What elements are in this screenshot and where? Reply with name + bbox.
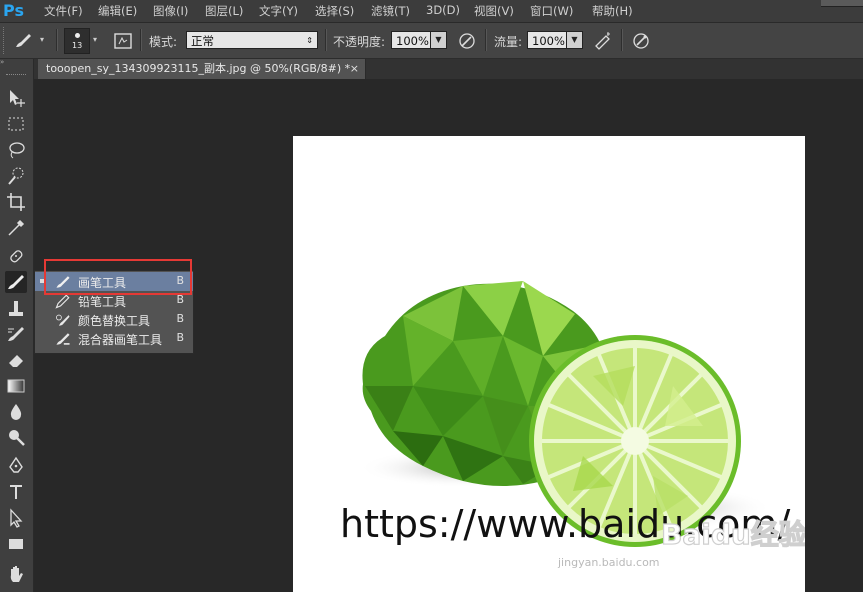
opacity-dropdown[interactable]: ▼ — [430, 31, 447, 49]
flyout-item-mixer-brush[interactable]: 混合器画笔工具 B — [35, 329, 193, 348]
mixer-brush-icon — [56, 333, 70, 345]
menu-layer[interactable]: 图层(L) — [205, 3, 243, 19]
opacity-field[interactable]: 100% — [391, 31, 431, 49]
menu-view[interactable]: 视图(V) — [474, 3, 514, 19]
type-tool[interactable] — [5, 481, 27, 503]
flow-field[interactable]: 100% — [527, 31, 567, 49]
document-tab[interactable]: tooopen_sy_134309923115_副本.jpg @ 50%(RGB… — [38, 59, 366, 79]
healing-icon — [10, 250, 23, 263]
history-brush-icon — [8, 327, 24, 341]
stamp-tool[interactable] — [5, 297, 27, 319]
mode-select-arrow: ⇕ — [306, 36, 313, 45]
hand-icon — [10, 566, 23, 582]
menu-help[interactable]: 帮助(H) — [592, 3, 633, 19]
lasso-icon — [9, 142, 25, 159]
gradient-tool[interactable] — [5, 375, 27, 397]
options-grip — [3, 27, 7, 54]
flyout-item-color-replacement[interactable]: 颜色替换工具 B — [35, 310, 193, 329]
pen-tool[interactable] — [5, 455, 27, 477]
flyout-item-shortcut: B — [176, 312, 184, 325]
airbrush-icon[interactable] — [592, 30, 614, 52]
panel-collapse-icon[interactable]: » — [0, 59, 33, 66]
eyedropper-tool[interactable] — [5, 217, 27, 239]
menu-image[interactable]: 图像(I) — [153, 3, 188, 19]
window-controls[interactable] — [821, 0, 863, 7]
watermark-text: Baidu经验 — [661, 518, 805, 551]
hand-tool[interactable] — [5, 563, 27, 585]
menu-type[interactable]: 文字(Y) — [259, 3, 298, 19]
pressure-size-icon[interactable] — [630, 30, 652, 52]
healing-tool[interactable] — [5, 245, 27, 267]
mode-value: 正常 — [191, 34, 214, 48]
lasso-tool[interactable] — [5, 139, 27, 161]
crop-icon — [7, 193, 25, 211]
quick-select-tool[interactable] — [5, 165, 27, 187]
menu-window[interactable]: 窗口(W) — [530, 3, 573, 19]
stamp-icon — [9, 301, 23, 316]
document-tab-bar: tooopen_sy_134309923115_副本.jpg @ 50%(RGB… — [34, 59, 863, 79]
brush-icon — [8, 275, 24, 289]
gradient-icon — [7, 379, 25, 393]
mode-select[interactable]: 正常 ⇕ — [186, 31, 318, 49]
blur-icon — [10, 404, 22, 420]
type-icon — [10, 485, 22, 499]
opacity-label: 不透明度: — [333, 35, 386, 49]
flyout-item-label: 铅笔工具 — [78, 295, 127, 309]
move-icon — [10, 90, 25, 107]
menu-bar: Ps 文件(F) 编辑(E) 图像(I) 图层(L) 文字(Y) 选择(S) 滤… — [0, 0, 863, 23]
annotation-highlight-box — [44, 259, 192, 295]
mode-label: 模式: — [149, 35, 178, 49]
menu-filter[interactable]: 滤镜(T) — [371, 3, 410, 19]
photoshop-logo: Ps — [3, 1, 24, 20]
blur-tool[interactable] — [5, 401, 27, 423]
brush-tip-icon — [75, 33, 80, 38]
quick-select-icon — [8, 167, 24, 185]
flyout-item-label: 颜色替换工具 — [78, 314, 151, 328]
menu-edit[interactable]: 编辑(E) — [98, 3, 137, 19]
pen-icon — [9, 456, 23, 473]
brush-tool[interactable] — [5, 271, 27, 293]
rectangle-icon — [9, 539, 23, 549]
path-select-icon — [10, 508, 23, 528]
move-tool[interactable] — [5, 87, 27, 109]
brush-picker-arrow[interactable]: ▾ — [93, 35, 97, 44]
toolbar-grip — [6, 74, 26, 77]
tool-preset-brush-icon[interactable] — [12, 30, 34, 52]
path-select-tool[interactable] — [5, 507, 27, 529]
watermark-subtext: jingyan.baidu.com — [558, 556, 660, 569]
flow-dropdown[interactable]: ▼ — [566, 31, 583, 49]
menu-3d[interactable]: 3D(D) — [426, 3, 460, 17]
document-tab-title: tooopen_sy_134309923115_副本.jpg @ 50%(RGB… — [46, 62, 351, 75]
marquee-icon — [8, 117, 24, 131]
brush-panel-toggle-icon[interactable] — [112, 30, 134, 52]
close-icon[interactable]: × — [350, 59, 359, 79]
dodge-icon — [9, 430, 25, 446]
marquee-tool[interactable] — [5, 113, 27, 135]
brush-size-picker[interactable]: 13 — [64, 28, 90, 54]
flyout-item-shortcut: B — [176, 331, 184, 344]
flow-value: 100% — [532, 34, 565, 48]
flow-label: 流量: — [494, 35, 523, 49]
document-canvas[interactable]: https://www.baidu.com/ Baidu经验 — [293, 136, 805, 592]
eraser-tool[interactable] — [5, 349, 27, 371]
history-brush-tool[interactable] — [5, 323, 27, 345]
pressure-opacity-icon[interactable] — [456, 30, 478, 52]
menu-file[interactable]: 文件(F) — [44, 3, 83, 19]
color-replacement-icon — [56, 314, 70, 326]
brush-size-value: 13 — [72, 41, 83, 50]
eraser-icon — [9, 355, 23, 367]
crop-tool[interactable] — [5, 191, 27, 213]
tools-panel: » — [0, 59, 34, 592]
preset-dropdown-arrow[interactable]: ▾ — [40, 35, 44, 44]
menu-select[interactable]: 选择(S) — [315, 3, 354, 19]
eyedropper-icon — [8, 219, 25, 236]
flyout-item-label: 混合器画笔工具 — [78, 333, 163, 347]
options-bar: ▾ 13 ▾ 模式: 正常 ⇕ 不透明度: 100% ▼ 流量: 100% ▼ — [0, 23, 863, 59]
baidu-watermark-logo: Baidu经验 — [660, 517, 805, 551]
opacity-value: 100% — [396, 34, 429, 48]
rectangle-tool[interactable] — [5, 533, 27, 555]
dodge-tool[interactable] — [5, 427, 27, 449]
